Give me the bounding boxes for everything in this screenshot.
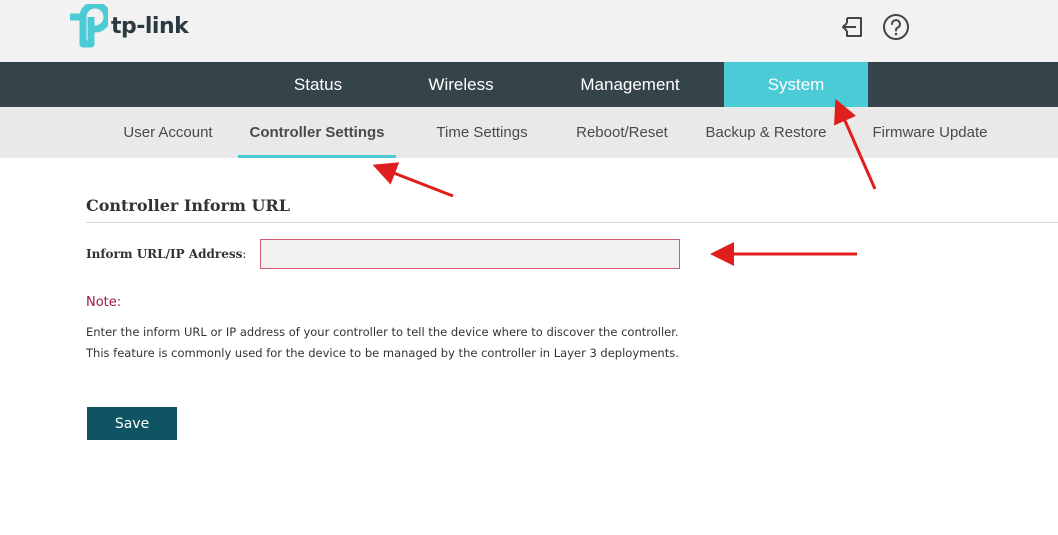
tab-wireless[interactable]: Wireless bbox=[400, 62, 522, 107]
inform-url-label-colon: : bbox=[242, 247, 247, 261]
inform-url-label: Inform URL/IP Address: bbox=[86, 247, 246, 261]
subtab-firmware-update[interactable]: Firmware Update bbox=[862, 107, 998, 158]
main-nav: Status Wireless Management System bbox=[0, 62, 1058, 107]
note-line: This feature is commonly used for the de… bbox=[86, 346, 679, 360]
sub-nav: User Account Controller Settings Time Se… bbox=[0, 107, 1058, 158]
help-icon[interactable] bbox=[882, 13, 910, 41]
arrow-to-controller-settings bbox=[372, 162, 454, 198]
inform-url-input[interactable] bbox=[260, 239, 680, 269]
subtab-controller-settings[interactable]: Controller Settings bbox=[238, 107, 396, 158]
tp-link-logo: tp-link bbox=[66, 4, 189, 48]
logo-text: tp-link bbox=[111, 13, 189, 39]
tab-status[interactable]: Status bbox=[258, 62, 378, 107]
subtab-user-account[interactable]: User Account bbox=[112, 107, 224, 158]
subtab-backup-restore[interactable]: Backup & Restore bbox=[698, 107, 834, 158]
section-title: Controller Inform URL bbox=[86, 196, 290, 215]
subtab-time-settings[interactable]: Time Settings bbox=[424, 107, 540, 158]
save-button[interactable]: Save bbox=[87, 407, 177, 440]
tp-link-logo-icon bbox=[70, 4, 108, 48]
subtab-reboot-reset[interactable]: Reboot/Reset bbox=[566, 107, 678, 158]
logout-icon[interactable] bbox=[839, 13, 867, 41]
note-title: Note: bbox=[86, 295, 122, 310]
tab-system[interactable]: System bbox=[724, 62, 868, 107]
section-divider bbox=[86, 222, 1058, 223]
tab-management[interactable]: Management bbox=[548, 62, 712, 107]
note-line: Enter the inform URL or IP address of yo… bbox=[86, 325, 679, 339]
inform-url-label-text: Inform URL/IP Address bbox=[86, 247, 243, 261]
header-bar: tp-link bbox=[0, 0, 1058, 62]
